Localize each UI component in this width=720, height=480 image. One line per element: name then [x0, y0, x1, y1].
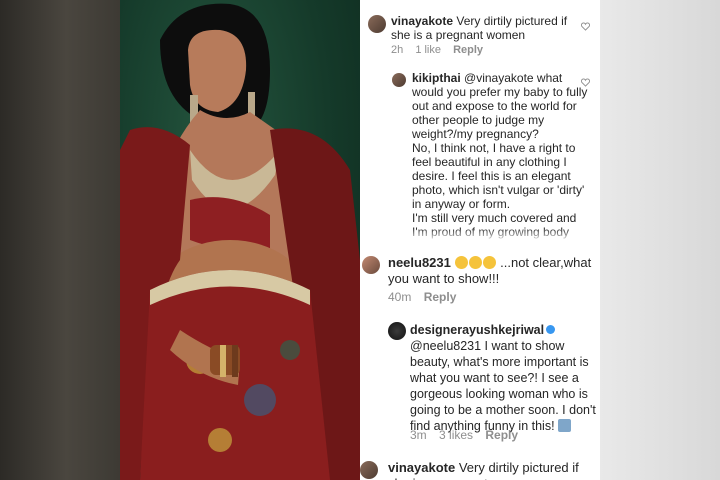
- comment-body-paragraph: No, I think not, I have a right to feel …: [412, 141, 585, 211]
- comment-text: designerayushkejriwal @neelu8231 I want …: [410, 322, 598, 434]
- like-count[interactable]: 3 likes: [439, 428, 473, 442]
- avatar[interactable]: [368, 15, 386, 33]
- reply-button[interactable]: Reply: [453, 44, 483, 56]
- comment-meta: 40m Reply: [388, 290, 465, 304]
- comment-text: kikipthai @vinayakote what would you pre…: [412, 71, 590, 241]
- heart-icon[interactable]: [581, 78, 590, 87]
- reply-button[interactable]: Reply: [485, 428, 518, 442]
- timestamp: 40m: [388, 290, 412, 304]
- username[interactable]: designerayushkejriwal: [410, 323, 544, 337]
- comment-text: vinayakote Very dirtily pictured if she …: [388, 460, 594, 480]
- comment-text: vinayakote Very dirtily pictured if she …: [391, 14, 587, 42]
- comment-meta: 3m 3 likes Reply: [410, 428, 527, 442]
- blurred-background-left: [0, 0, 120, 480]
- timestamp: 2h: [391, 44, 404, 56]
- avatar[interactable]: [362, 256, 380, 274]
- laughing-emoji-icon: [468, 256, 482, 269]
- avatar[interactable]: [360, 461, 378, 479]
- comment-meta: 2h 1 like Reply: [391, 44, 492, 56]
- username[interactable]: kikipthai: [412, 71, 461, 85]
- timestamp: 3m: [410, 428, 427, 442]
- verified-badge-icon: [546, 325, 556, 334]
- post-photo: [120, 0, 360, 480]
- reply-button[interactable]: Reply: [424, 290, 457, 304]
- avatar[interactable]: [392, 73, 406, 87]
- person-emoji-icon: [558, 419, 572, 432]
- laughing-emoji-icon: [482, 256, 496, 269]
- like-count[interactable]: 1 like: [415, 44, 441, 56]
- pregnant-woman-photo: [120, 3, 360, 480]
- blurred-background-right: [600, 0, 720, 480]
- laughing-emoji-icon: [454, 256, 468, 269]
- username[interactable]: vinayakote: [391, 14, 453, 28]
- username[interactable]: vinayakote: [388, 460, 455, 475]
- avatar[interactable]: [388, 322, 406, 340]
- heart-icon[interactable]: [581, 22, 590, 31]
- text-fade: [360, 228, 600, 242]
- comments-panel: vinayakote Very dirtily pictured if she …: [360, 0, 600, 480]
- username[interactable]: neelu8231: [388, 255, 451, 270]
- comment-text: neelu8231 ...not clear,what you want to …: [388, 255, 594, 287]
